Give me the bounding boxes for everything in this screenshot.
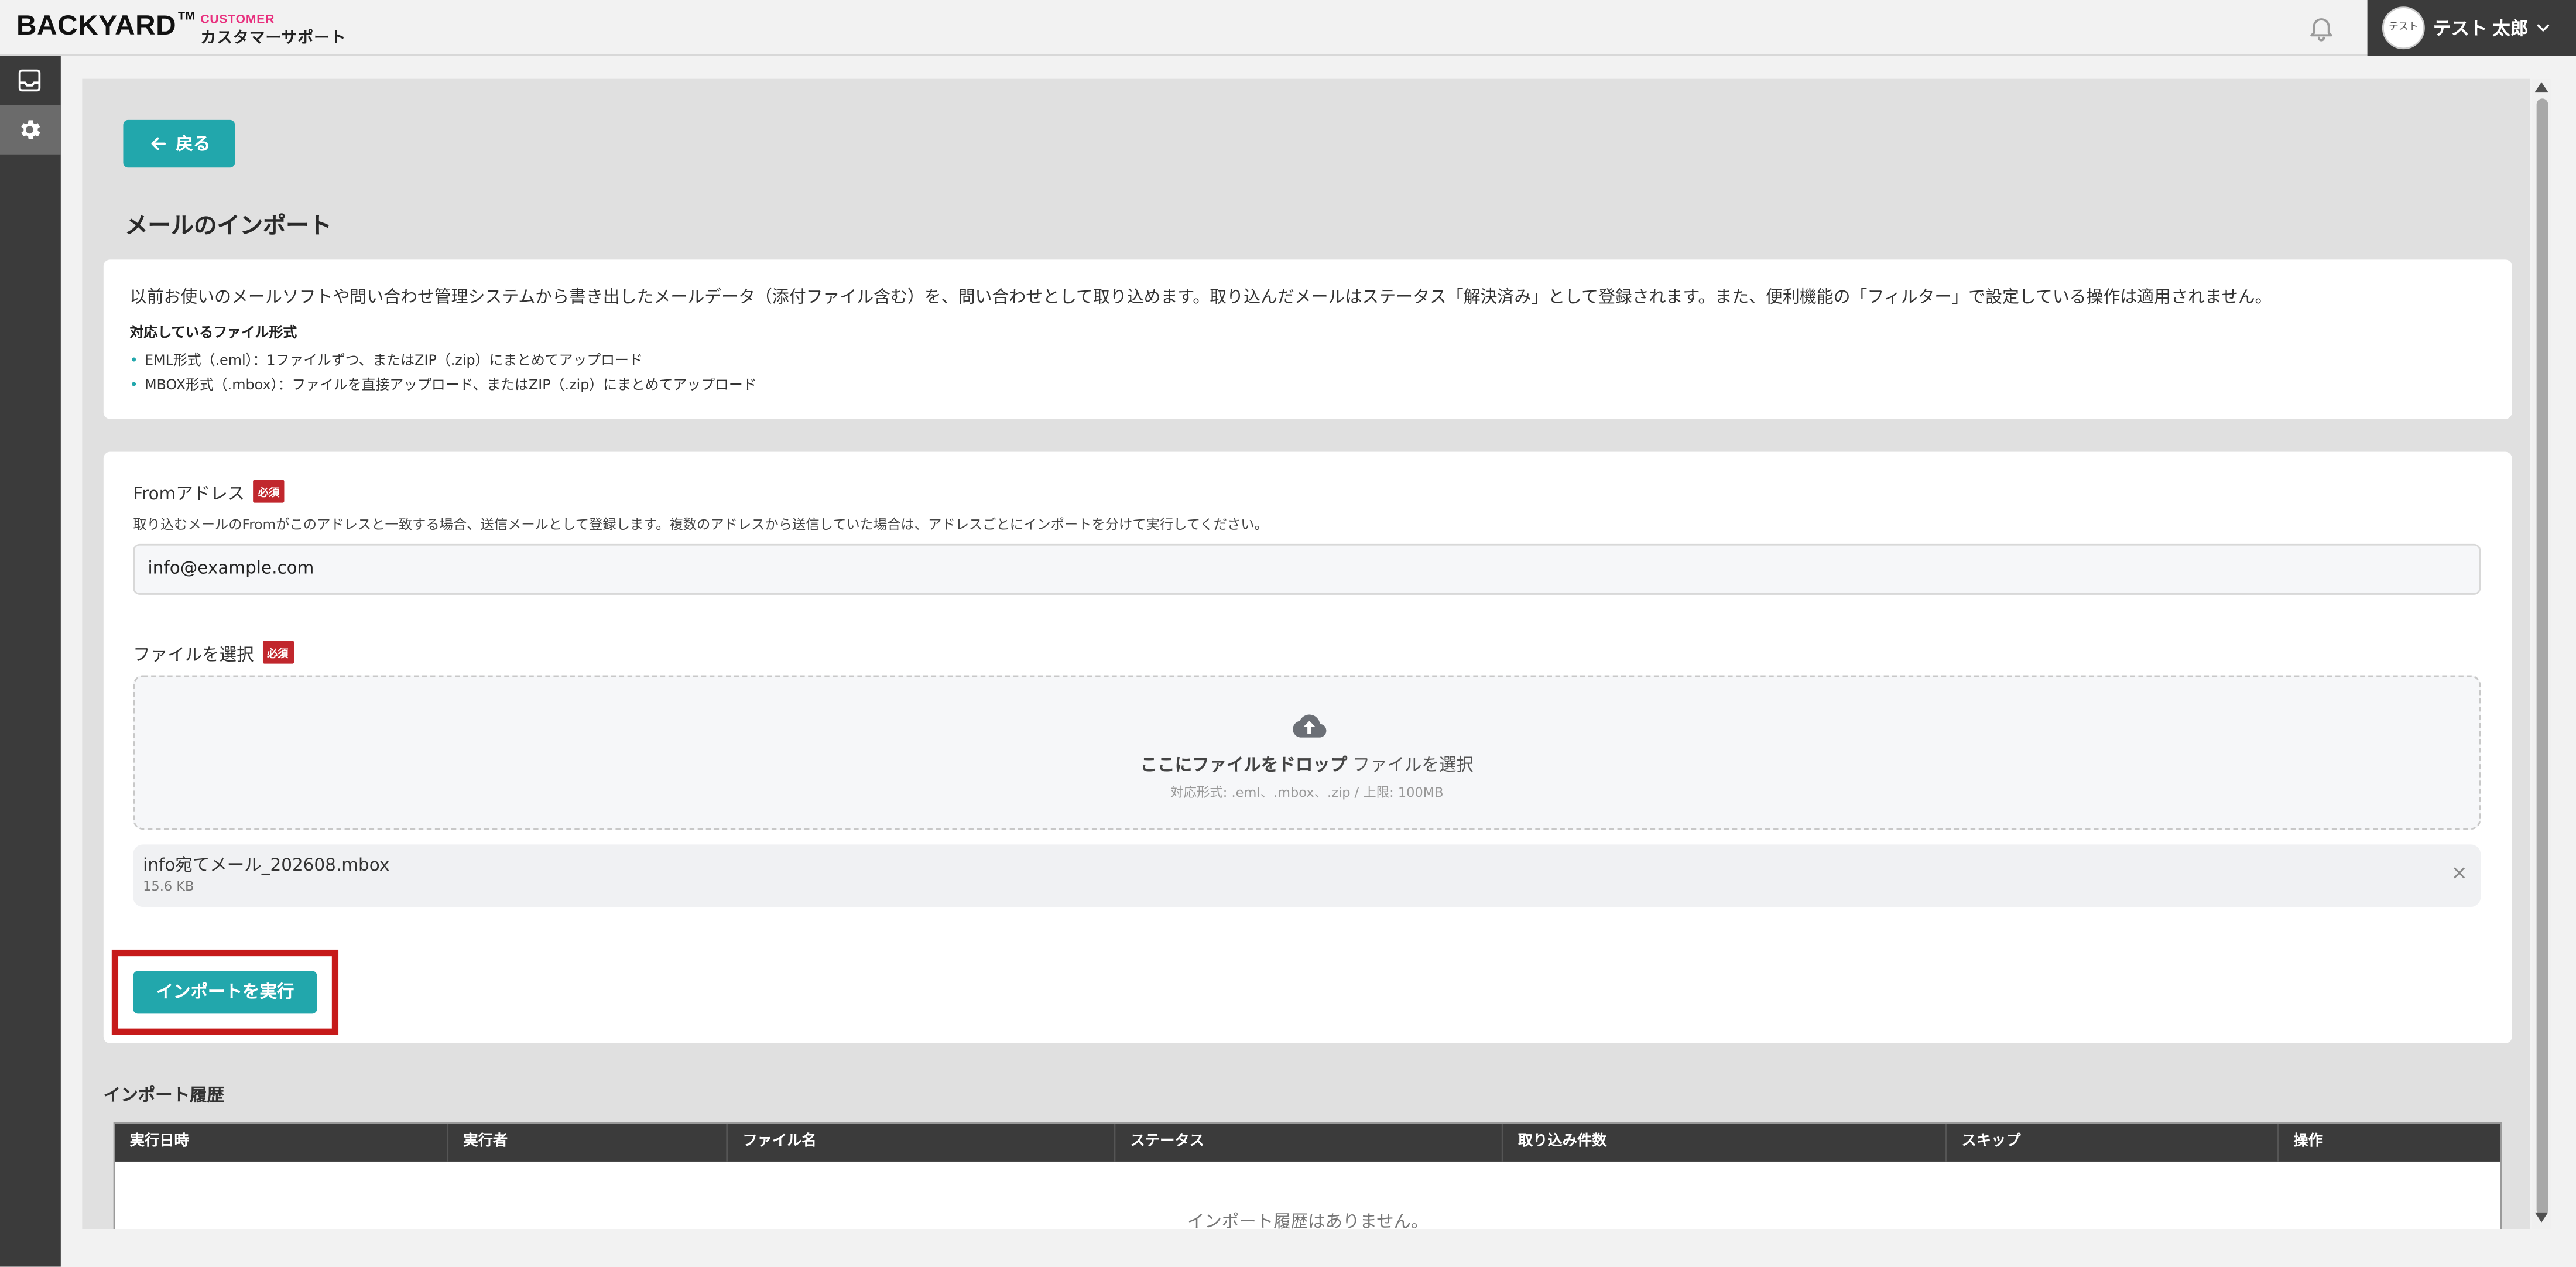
empty-message: インポート履歴はありません。 <box>1187 1212 1429 1229</box>
gear-icon <box>21 120 40 139</box>
from-label: Fromアドレス 必須 <box>133 480 285 506</box>
sidebar-item-settings[interactable] <box>0 105 61 155</box>
file-label: ファイルを選択 必須 <box>133 641 293 667</box>
dropzone-text: ここにファイルをドロップ ファイルを選択 <box>135 752 2479 777</box>
bell-icon[interactable] <box>2307 13 2337 43</box>
user-menu[interactable]: テスト テスト 太郎 <box>2367 0 2576 56</box>
back-label: 戻る <box>176 135 211 155</box>
from-hint: 取り込むメールのFromがこのアドレスと一致する場合、送信メールとして登録します… <box>133 516 1268 533</box>
format-item-text: MBOX形式（.mbox）：ファイルを直接アップロード、またはZIP（.zip）… <box>144 378 757 395</box>
close-icon[interactable]: × <box>2451 861 2468 884</box>
column-header: 実行者 <box>447 1124 726 1162</box>
format-item: • EML形式（.eml）：1ファイルずつ、またはZIP（.zip）にまとめてアッ… <box>129 353 643 370</box>
scroll-up-arrow[interactable] <box>2534 82 2548 93</box>
from-label-text: Fromアドレス <box>133 484 245 505</box>
selected-file: info宛てメール_202608.mbox 15.6 KB × <box>133 844 2481 907</box>
history-table: 実行日時 実行者 ファイル名 ステータス 取り込み件数 スキップ 操作 インポー… <box>113 1122 2502 1229</box>
highlight-box <box>111 949 339 1035</box>
formats-title: 対応しているファイル形式 <box>129 325 297 342</box>
top-bar: BACKYARD TM CUSTOMER カスタマーサポート テスト テスト 太郎 <box>0 0 2576 56</box>
scrollbar[interactable] <box>2532 78 2551 1229</box>
logo-subtitle-ja: カスタマーサポート <box>200 29 347 48</box>
inbox-icon <box>18 69 41 92</box>
logo[interactable]: BACKYARD TM <box>16 10 195 43</box>
column-header: 操作 <box>2277 1124 2503 1162</box>
dropzone-limits: 対応形式: .eml、.mbox、.zip / 上限: 100MB <box>1170 785 1444 800</box>
file-label-text: ファイルを選択 <box>133 645 254 666</box>
logo-tm: TM <box>177 11 196 23</box>
column-header: ステータス <box>1114 1124 1502 1162</box>
select-file-link[interactable]: ファイルを選択 <box>1353 756 1474 776</box>
main-panel: 戻る メールのインポート 以前お使いのメールソフトや問い合わせ管理システムから書… <box>82 78 2530 1229</box>
format-item: • MBOX形式（.mbox）：ファイルを直接アップロード、またはZIP（.zip… <box>129 378 757 395</box>
user-name: テスト 太郎 <box>2433 19 2529 40</box>
column-header: ファイル名 <box>726 1124 1114 1162</box>
table-header: 実行日時 実行者 ファイル名 ステータス 取り込み件数 スキップ 操作 <box>115 1124 2500 1162</box>
sidebar <box>0 56 61 1267</box>
required-badge: 必須 <box>253 480 285 503</box>
avatar: テスト <box>2382 6 2425 50</box>
dropzone-bold: ここにファイルをドロップ <box>1140 755 1348 776</box>
required-badge: 必須 <box>262 641 293 664</box>
scroll-down-arrow[interactable] <box>2534 1212 2548 1223</box>
page-title: メールのインポート <box>125 211 332 238</box>
back-button[interactable]: 戻る <box>123 119 235 168</box>
file-size: 15.6 KB <box>143 879 194 894</box>
file-name: info宛てメール_202608.mbox <box>143 855 390 876</box>
chevron-down-icon <box>2537 24 2550 32</box>
file-dropzone[interactable]: ここにファイルをドロップ ファイルを選択 対応形式: .eml、.mbox、.z… <box>133 675 2481 830</box>
import-form-card: Fromアドレス 必須 取り込むメールのFromがこのアドレスと一致する場合、送信… <box>103 451 2512 1043</box>
scroll-thumb[interactable] <box>2536 98 2548 1216</box>
column-header: 実行日時 <box>129 1134 189 1150</box>
arrow-left-icon <box>151 137 166 150</box>
history-title: インポート履歴 <box>103 1085 225 1106</box>
column-header: 取り込み件数 <box>1501 1124 1945 1162</box>
sidebar-item-inbox[interactable] <box>0 56 61 105</box>
info-card: 以前お使いのメールソフトや問い合わせ管理システムから書き出したメールデータ（添付… <box>103 259 2512 419</box>
logo-text: BACKYARD <box>16 9 177 42</box>
format-item-text: EML形式（.eml）：1ファイルずつ、またはZIP（.zip）にまとめてアップ… <box>144 353 643 370</box>
from-address-input[interactable]: info@example.com <box>133 543 2481 595</box>
info-description: 以前お使いのメールソフトや問い合わせ管理システムから書き出したメールデータ（添付… <box>129 287 2272 307</box>
cloud-upload-icon <box>1293 714 1327 738</box>
column-header: スキップ <box>1945 1124 2277 1162</box>
